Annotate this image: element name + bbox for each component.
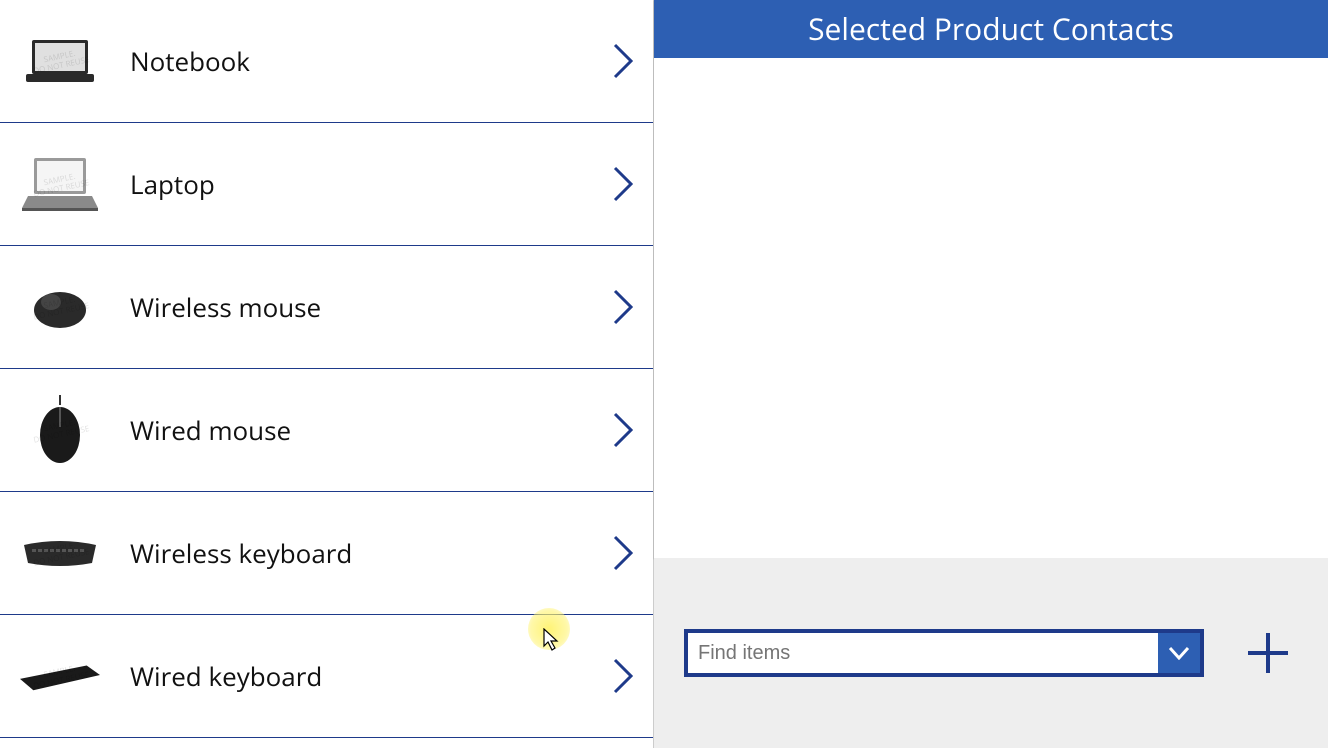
chevron-right-icon[interactable] <box>603 43 643 79</box>
product-panel: SAMPLE.DO NOT REUSE Notebook SAMPLE.DO N… <box>0 0 654 748</box>
product-row-wired-keyboard[interactable]: SAMPLE.DO NOT REUSE Wired keyboard <box>0 615 653 738</box>
add-button[interactable] <box>1238 623 1298 683</box>
product-label: Wired keyboard <box>130 658 603 694</box>
thumbnail-laptop-icon: SAMPLE.DO NOT REUSE <box>20 149 100 219</box>
contacts-footer <box>654 558 1328 748</box>
chevron-right-icon[interactable] <box>603 289 643 325</box>
product-label: Laptop <box>130 166 603 202</box>
thumbnail-notebook-icon: SAMPLE.DO NOT REUSE <box>20 26 100 96</box>
thumbnail-mouse-icon: SAMPLE.DO NOT REUSE <box>20 272 100 342</box>
app-root: SAMPLE.DO NOT REUSE Notebook SAMPLE.DO N… <box>0 0 1328 748</box>
find-input[interactable] <box>688 633 1158 673</box>
thumbnail-keyboard-icon: SAMPLE.DO NOT REUSE <box>20 518 100 588</box>
product-row-wired-mouse[interactable]: SAMPLE.DO NOT REUSE Wired mouse <box>0 369 653 492</box>
product-row-wireless-keyboard[interactable]: SAMPLE.DO NOT REUSE Wireless keyboard <box>0 492 653 615</box>
contacts-body <box>654 58 1328 558</box>
product-row-notebook[interactable]: SAMPLE.DO NOT REUSE Notebook <box>0 0 653 123</box>
product-label: Wired mouse <box>130 412 603 448</box>
contacts-header: Selected Product Contacts <box>654 0 1328 58</box>
product-row-laptop[interactable]: SAMPLE.DO NOT REUSE Laptop <box>0 123 653 246</box>
chevron-right-icon[interactable] <box>603 166 643 202</box>
product-label: Notebook <box>130 43 603 79</box>
chevron-right-icon[interactable] <box>603 658 643 694</box>
find-combobox[interactable] <box>684 629 1204 677</box>
chevron-right-icon[interactable] <box>603 535 643 571</box>
product-label: Wireless keyboard <box>130 535 603 571</box>
thumbnail-mouse-wired-icon: SAMPLE.DO NOT REUSE <box>20 395 100 465</box>
chevron-down-icon <box>1168 646 1190 660</box>
product-label: Wireless mouse <box>130 289 603 325</box>
contacts-panel: Selected Product Contacts <box>654 0 1328 748</box>
chevron-right-icon[interactable] <box>603 412 643 448</box>
product-list[interactable]: SAMPLE.DO NOT REUSE Notebook SAMPLE.DO N… <box>0 0 653 748</box>
product-row-wireless-mouse[interactable]: SAMPLE.DO NOT REUSE Wireless mouse <box>0 246 653 369</box>
thumbnail-keyboard-dark-icon: SAMPLE.DO NOT REUSE <box>20 641 100 711</box>
plus-icon <box>1244 629 1292 677</box>
dropdown-button[interactable] <box>1158 633 1200 673</box>
